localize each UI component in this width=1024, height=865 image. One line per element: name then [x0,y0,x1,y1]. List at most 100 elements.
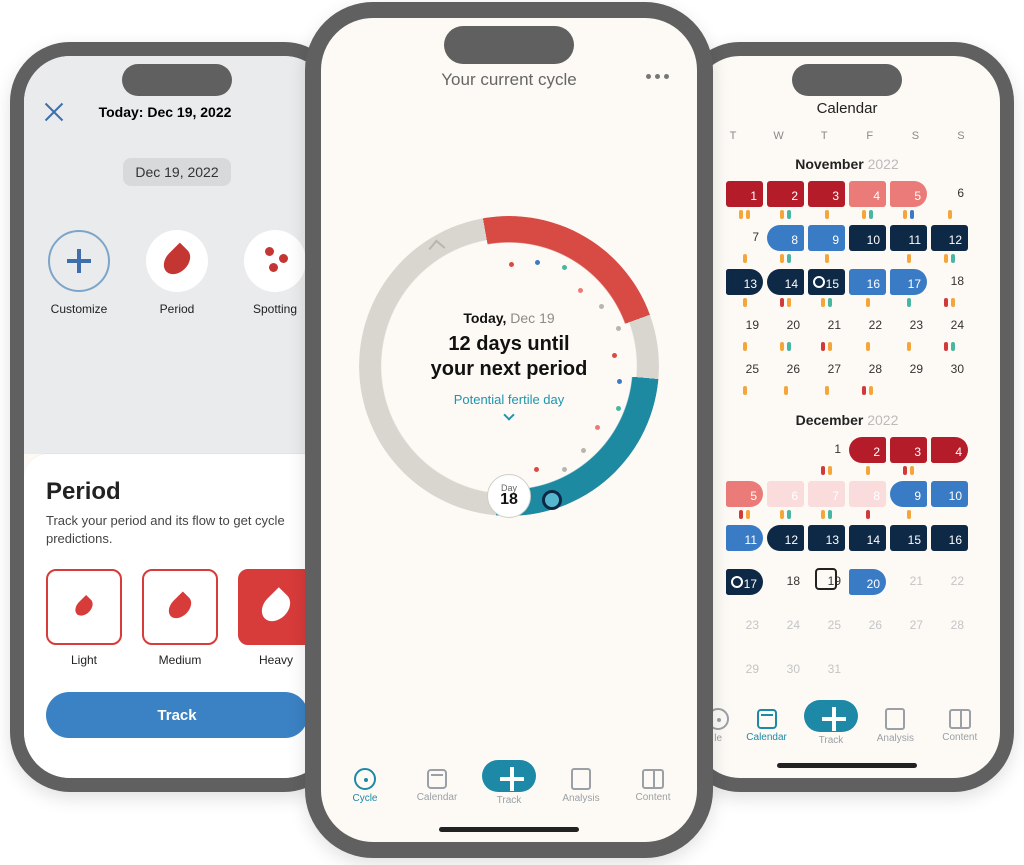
sheet-title: Period [46,478,308,506]
nav-content[interactable]: Content [932,709,988,743]
nav-content[interactable]: Content [625,769,681,803]
calendar-day[interactable]: 5 [724,478,765,522]
plus-icon [822,707,840,725]
dow-label: T [714,130,752,142]
calendar-day[interactable]: 26 [765,354,806,398]
fertile-day-link[interactable]: Potential fertile day [454,392,565,422]
calendar-day[interactable]: 6 [929,178,970,222]
flow-option-medium[interactable]: Medium [142,569,218,667]
calendar-day[interactable]: 20 [765,310,806,354]
calendar-day[interactable]: 7 [724,222,765,266]
calendar-day[interactable]: 14 [765,266,806,310]
calendar-day[interactable]: 20 [847,566,888,610]
nav-track-label: Track [819,735,844,746]
calendar-day[interactable]: 28 [847,354,888,398]
calendar-day[interactable]: 13 [806,522,847,566]
nav-calendar[interactable]: Calendar [739,709,795,743]
calendar-day[interactable]: 8 [847,478,888,522]
calendar-day[interactable]: 30 [765,654,806,698]
period-button[interactable]: Period [135,230,219,316]
calendar-day[interactable]: 18 [929,266,970,310]
track-fab[interactable] [804,700,858,732]
flow-option-heavy[interactable]: Heavy [238,569,314,667]
calendar-day[interactable]: 12 [929,222,970,266]
nav-analysis[interactable]: Analysis [553,768,609,804]
calendar-day[interactable]: 18 [765,566,806,610]
calendar-day[interactable]: 13 [724,266,765,310]
calendar-day[interactable]: 19 [806,566,847,610]
calendar-title: Calendar [817,100,878,117]
calendar-day[interactable]: 25 [806,610,847,654]
track-fab[interactable] [482,760,536,792]
calendar-day[interactable]: 2 [765,178,806,222]
calendar-day[interactable]: 24 [929,310,970,354]
calendar-day[interactable]: 11 [724,522,765,566]
calendar-day[interactable]: 19 [724,310,765,354]
calendar-day[interactable]: 16 [929,522,970,566]
calendar-day[interactable]: 5 [888,178,929,222]
analysis-icon [571,768,591,790]
calendar-day[interactable]: 24 [765,610,806,654]
spotting-icon [259,245,291,277]
date-chip[interactable]: Dec 19, 2022 [123,158,230,186]
nav-analysis[interactable]: Analysis [867,708,923,744]
calendar-day[interactable]: 21 [806,310,847,354]
heavy-label: Heavy [259,653,293,667]
more-icon[interactable] [646,74,669,79]
flow-option-light[interactable]: Light [46,569,122,667]
customize-button[interactable]: Customize [37,230,121,316]
calendar-day[interactable]: 1 [806,434,847,478]
calendar-day[interactable]: 9 [806,222,847,266]
day-chip[interactable]: Day 18 [487,474,531,518]
calendar-day[interactable]: 25 [724,354,765,398]
calendar-day[interactable]: 17 [888,266,929,310]
calendar-day[interactable]: 11 [888,222,929,266]
today-label: Today, Dec 19 [463,310,554,326]
drop-icon [159,243,196,280]
calendar-day[interactable]: 6 [765,478,806,522]
calendar-day[interactable]: 30 [929,354,970,398]
drop-icon [164,592,195,623]
calendar-day[interactable]: 22 [929,566,970,610]
calendar-day[interactable]: 1 [724,178,765,222]
calendar-day[interactable]: 15 [888,522,929,566]
close-icon[interactable] [42,100,66,124]
calendar-day[interactable]: 10 [929,478,970,522]
calendar-day[interactable]: 28 [929,610,970,654]
calendar-day[interactable]: 23 [724,610,765,654]
calendar-day[interactable]: 23 [888,310,929,354]
nav-track[interactable]: Track [481,766,537,806]
calendar-day[interactable]: 17 [724,566,765,610]
nav-calendar[interactable]: Calendar [409,769,465,803]
calendar-day[interactable]: 4 [929,434,970,478]
calendar-day[interactable]: 27 [888,610,929,654]
phone-center: Your current cycle Today, Dec 19 12 days… [305,2,713,858]
nav-cycle[interactable]: Cycle [337,768,393,804]
calendar-icon [757,709,777,729]
track-button[interactable]: Track [46,692,308,738]
dow-label: S [896,130,934,142]
calendar-day[interactable]: 14 [847,522,888,566]
calendar-day[interactable]: 16 [847,266,888,310]
calendar-day[interactable]: 12 [765,522,806,566]
calendar-day[interactable]: 2 [847,434,888,478]
calendar-day[interactable]: 27 [806,354,847,398]
phone-right: Calendar TWTFSS November 2022 1234567891… [680,42,1014,792]
calendar-day[interactable]: 22 [847,310,888,354]
nav-track[interactable]: Track [803,706,859,746]
calendar-day[interactable]: 8 [765,222,806,266]
calendar-day[interactable]: 10 [847,222,888,266]
calendar-day[interactable]: 9 [888,478,929,522]
calendar-day[interactable]: 3 [888,434,929,478]
customize-label: Customize [51,302,108,316]
calendar-day[interactable]: 7 [806,478,847,522]
calendar-day[interactable]: 4 [847,178,888,222]
nav-track-label: Track [497,795,522,806]
calendar-day[interactable]: 15 [806,266,847,310]
calendar-day[interactable]: 31 [806,654,847,698]
calendar-day[interactable]: 26 [847,610,888,654]
calendar-day[interactable]: 21 [888,566,929,610]
calendar-day[interactable]: 3 [806,178,847,222]
calendar-day[interactable]: 29 [724,654,765,698]
calendar-day[interactable]: 29 [888,354,929,398]
